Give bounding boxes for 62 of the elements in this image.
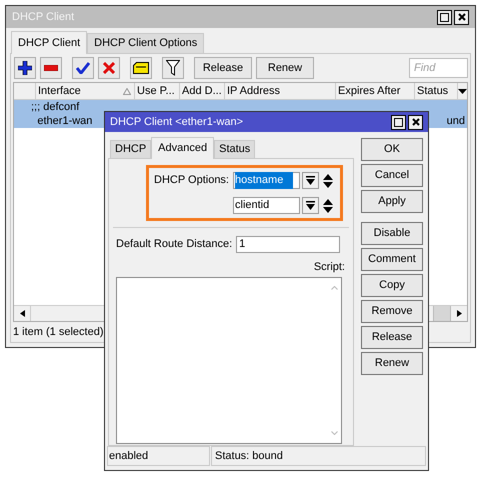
close-icon[interactable]	[408, 114, 423, 130]
reorder-arrows-icon[interactable]	[323, 198, 333, 212]
dropdown-icon	[306, 176, 315, 185]
plus-icon	[18, 61, 32, 75]
sort-icon	[123, 88, 131, 95]
column-header[interactable]: Use P...	[135, 83, 180, 99]
tab[interactable]: DHCP Client	[11, 31, 88, 54]
dialog-button[interactable]: Copy	[361, 274, 423, 297]
table-cell: ether1-wan	[37, 114, 92, 127]
column-header[interactable]: Status	[415, 83, 458, 99]
toolbar-button[interactable]	[72, 57, 94, 79]
table-cell: und	[446, 114, 465, 127]
column-header[interactable]: Expires After	[336, 83, 415, 99]
left-arrow-icon[interactable]	[20, 310, 24, 317]
tab[interactable]: DHCP Client Options	[87, 33, 204, 53]
column-header[interactable]: Add D...	[180, 83, 225, 99]
close-icon[interactable]	[454, 10, 469, 24]
tab[interactable]: DHCP	[110, 140, 152, 158]
toolbar-button[interactable]	[40, 57, 62, 79]
field-label: Default Route Distance:	[116, 236, 232, 252]
dialog-button[interactable]: Cancel	[361, 164, 423, 187]
dropdown-icon	[306, 201, 315, 210]
scroll-thumb[interactable]	[433, 306, 451, 321]
toolbar-button[interactable]: Renew	[256, 57, 314, 79]
maximize-icon[interactable]	[437, 10, 452, 24]
tab[interactable]: Advanced	[151, 137, 214, 159]
field-label: DHCP Options:	[154, 173, 229, 188]
toolbar-button[interactable]: Release	[194, 57, 252, 79]
reorder-arrows-icon[interactable]	[323, 174, 333, 188]
right-arrow-icon[interactable]	[456, 310, 462, 317]
dialog-button[interactable]: Comment	[361, 248, 423, 271]
dialog-button[interactable]: Release	[361, 326, 423, 349]
column-header[interactable]: IP Address	[225, 83, 336, 99]
field-label: Script:	[314, 260, 345, 274]
dialog-button[interactable]: OK	[361, 138, 423, 161]
status-text: Status: bound	[215, 448, 283, 464]
dialog-button[interactable]: Disable	[361, 222, 423, 245]
distance-field[interactable]: 1	[236, 236, 340, 252]
column-menu-icon[interactable]	[458, 88, 467, 94]
maximize-icon[interactable]	[391, 114, 406, 130]
dialog-button[interactable]: Apply	[361, 190, 423, 213]
dropdown-button[interactable]	[302, 197, 319, 214]
toolbar-button[interactable]	[14, 57, 36, 79]
tab[interactable]: Status	[214, 140, 256, 158]
note-icon	[133, 62, 149, 74]
column-header[interactable]: Interface	[36, 83, 135, 99]
find-field[interactable]: Find	[409, 58, 468, 78]
toolbar-button[interactable]	[162, 57, 184, 79]
comment-text: ;;; defconf	[31, 102, 80, 112]
filter-icon	[166, 60, 180, 76]
field-value: 1	[239, 236, 246, 252]
option-field[interactable]: clientid	[233, 197, 300, 214]
check-icon	[76, 62, 90, 74]
dialog-button[interactable]: Remove	[361, 300, 423, 323]
toolbar-button[interactable]	[130, 57, 152, 79]
dropdown-button[interactable]	[302, 172, 319, 189]
option-value: clientid	[235, 198, 270, 214]
window-title: DHCP Client <ether1-wan>	[110, 114, 244, 130]
status-text: enabled	[109, 448, 148, 464]
x-icon	[103, 62, 115, 74]
minus-icon	[44, 65, 58, 71]
dialog-button[interactable]: Renew	[361, 352, 423, 375]
